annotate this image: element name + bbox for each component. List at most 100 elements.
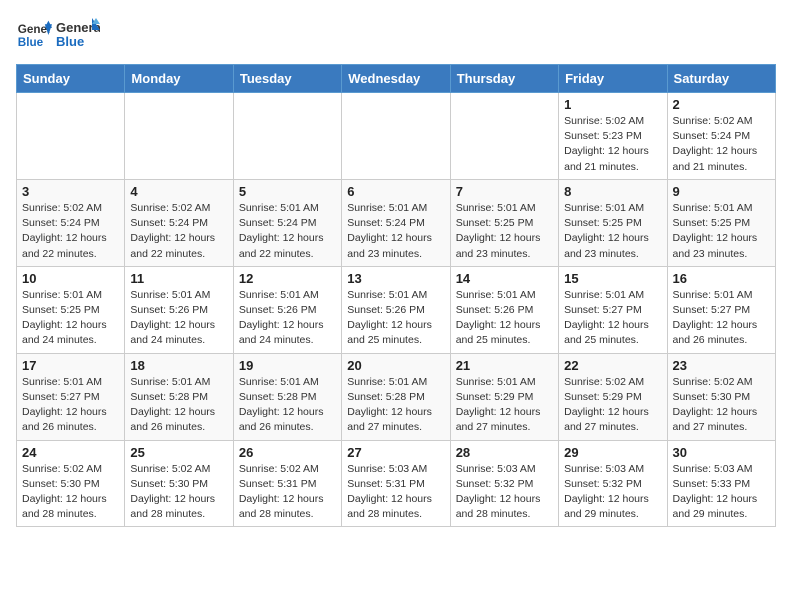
calendar-cell: 16 Sunrise: 5:01 AMSunset: 5:27 PMDayligh… (667, 266, 775, 353)
day-number: 9 (673, 184, 770, 199)
day-info: Sunrise: 5:01 AMSunset: 5:27 PMDaylight:… (564, 288, 661, 349)
logo-icon: General Blue (16, 17, 52, 53)
calendar-cell: 27 Sunrise: 5:03 AMSunset: 5:31 PMDayligh… (342, 440, 450, 527)
day-info: Sunrise: 5:02 AMSunset: 5:30 PMDaylight:… (130, 462, 227, 523)
day-number: 8 (564, 184, 661, 199)
column-header-monday: Monday (125, 65, 233, 93)
day-info: Sunrise: 5:02 AMSunset: 5:30 PMDaylight:… (673, 375, 770, 436)
day-info: Sunrise: 5:01 AMSunset: 5:26 PMDaylight:… (130, 288, 227, 349)
day-number: 5 (239, 184, 336, 199)
day-number: 12 (239, 271, 336, 286)
calendar-week-row: 1 Sunrise: 5:02 AMSunset: 5:23 PMDaylight… (17, 93, 776, 180)
general-blue-logo-svg: General Blue (56, 16, 100, 54)
day-number: 22 (564, 358, 661, 373)
column-header-sunday: Sunday (17, 65, 125, 93)
day-info: Sunrise: 5:02 AMSunset: 5:24 PMDaylight:… (130, 201, 227, 262)
calendar-cell: 10 Sunrise: 5:01 AMSunset: 5:25 PMDayligh… (17, 266, 125, 353)
day-info: Sunrise: 5:02 AMSunset: 5:29 PMDaylight:… (564, 375, 661, 436)
calendar-cell (342, 93, 450, 180)
day-number: 6 (347, 184, 444, 199)
day-number: 18 (130, 358, 227, 373)
day-info: Sunrise: 5:02 AMSunset: 5:23 PMDaylight:… (564, 114, 661, 175)
day-number: 21 (456, 358, 553, 373)
day-info: Sunrise: 5:01 AMSunset: 5:29 PMDaylight:… (456, 375, 553, 436)
day-number: 10 (22, 271, 119, 286)
day-number: 25 (130, 445, 227, 460)
day-info: Sunrise: 5:03 AMSunset: 5:31 PMDaylight:… (347, 462, 444, 523)
day-info: Sunrise: 5:02 AMSunset: 5:31 PMDaylight:… (239, 462, 336, 523)
day-info: Sunrise: 5:01 AMSunset: 5:28 PMDaylight:… (239, 375, 336, 436)
calendar-cell: 3 Sunrise: 5:02 AMSunset: 5:24 PMDaylight… (17, 179, 125, 266)
day-number: 26 (239, 445, 336, 460)
svg-text:Blue: Blue (56, 34, 84, 49)
day-number: 4 (130, 184, 227, 199)
calendar-cell: 30Sunrise: 5:03 AMSunset: 5:33 PMDayligh… (667, 440, 775, 527)
day-number: 14 (456, 271, 553, 286)
calendar-week-row: 17Sunrise: 5:01 AMSunset: 5:27 PMDayligh… (17, 353, 776, 440)
day-info: Sunrise: 5:01 AMSunset: 5:25 PMDaylight:… (564, 201, 661, 262)
calendar-week-row: 24 Sunrise: 5:02 AMSunset: 5:30 PMDayligh… (17, 440, 776, 527)
day-info: Sunrise: 5:01 AMSunset: 5:24 PMDaylight:… (347, 201, 444, 262)
day-number: 28 (456, 445, 553, 460)
day-number: 27 (347, 445, 444, 460)
calendar-cell: 11Sunrise: 5:01 AMSunset: 5:26 PMDayligh… (125, 266, 233, 353)
column-header-saturday: Saturday (667, 65, 775, 93)
day-info: Sunrise: 5:01 AMSunset: 5:28 PMDaylight:… (130, 375, 227, 436)
day-number: 15 (564, 271, 661, 286)
calendar-cell: 22 Sunrise: 5:02 AMSunset: 5:29 PMDayligh… (559, 353, 667, 440)
column-header-thursday: Thursday (450, 65, 558, 93)
calendar-cell: 5 Sunrise: 5:01 AMSunset: 5:24 PMDaylight… (233, 179, 341, 266)
calendar-cell: 20 Sunrise: 5:01 AMSunset: 5:28 PMDayligh… (342, 353, 450, 440)
calendar-cell: 9 Sunrise: 5:01 AMSunset: 5:25 PMDaylight… (667, 179, 775, 266)
day-number: 23 (673, 358, 770, 373)
day-info: Sunrise: 5:01 AMSunset: 5:27 PMDaylight:… (673, 288, 770, 349)
calendar-cell: 15 Sunrise: 5:01 AMSunset: 5:27 PMDayligh… (559, 266, 667, 353)
day-info: Sunrise: 5:01 AMSunset: 5:25 PMDaylight:… (673, 201, 770, 262)
day-info: Sunrise: 5:01 AMSunset: 5:25 PMDaylight:… (456, 201, 553, 262)
day-number: 1 (564, 97, 661, 112)
day-number: 24 (22, 445, 119, 460)
day-info: Sunrise: 5:03 AMSunset: 5:32 PMDaylight:… (456, 462, 553, 523)
page-header: General Blue General Blue (16, 16, 776, 54)
calendar-cell: 7 Sunrise: 5:01 AMSunset: 5:25 PMDaylight… (450, 179, 558, 266)
day-number: 30 (673, 445, 770, 460)
calendar-cell: 1 Sunrise: 5:02 AMSunset: 5:23 PMDaylight… (559, 93, 667, 180)
column-header-tuesday: Tuesday (233, 65, 341, 93)
day-info: Sunrise: 5:02 AMSunset: 5:24 PMDaylight:… (22, 201, 119, 262)
calendar-cell: 25 Sunrise: 5:02 AMSunset: 5:30 PMDayligh… (125, 440, 233, 527)
day-number: 16 (673, 271, 770, 286)
calendar-cell: 19Sunrise: 5:01 AMSunset: 5:28 PMDayligh… (233, 353, 341, 440)
calendar-cell: 13Sunrise: 5:01 AMSunset: 5:26 PMDayligh… (342, 266, 450, 353)
day-info: Sunrise: 5:01 AMSunset: 5:28 PMDaylight:… (347, 375, 444, 436)
day-number: 29 (564, 445, 661, 460)
day-info: Sunrise: 5:01 AMSunset: 5:25 PMDaylight:… (22, 288, 119, 349)
calendar-cell (450, 93, 558, 180)
day-number: 20 (347, 358, 444, 373)
day-info: Sunrise: 5:03 AMSunset: 5:32 PMDaylight:… (564, 462, 661, 523)
day-number: 7 (456, 184, 553, 199)
day-info: Sunrise: 5:01 AMSunset: 5:26 PMDaylight:… (456, 288, 553, 349)
day-number: 3 (22, 184, 119, 199)
calendar-table: SundayMondayTuesdayWednesdayThursdayFrid… (16, 64, 776, 527)
calendar-cell (125, 93, 233, 180)
calendar-cell: 23 Sunrise: 5:02 AMSunset: 5:30 PMDayligh… (667, 353, 775, 440)
day-info: Sunrise: 5:01 AMSunset: 5:26 PMDaylight:… (347, 288, 444, 349)
day-number: 2 (673, 97, 770, 112)
day-info: Sunrise: 5:01 AMSunset: 5:26 PMDaylight:… (239, 288, 336, 349)
day-info: Sunrise: 5:01 AMSunset: 5:27 PMDaylight:… (22, 375, 119, 436)
calendar-cell (233, 93, 341, 180)
day-info: Sunrise: 5:01 AMSunset: 5:24 PMDaylight:… (239, 201, 336, 262)
column-header-wednesday: Wednesday (342, 65, 450, 93)
calendar-week-row: 10 Sunrise: 5:01 AMSunset: 5:25 PMDayligh… (17, 266, 776, 353)
calendar-cell: 14 Sunrise: 5:01 AMSunset: 5:26 PMDayligh… (450, 266, 558, 353)
calendar-header-row: SundayMondayTuesdayWednesdayThursdayFrid… (17, 65, 776, 93)
calendar-cell: 4 Sunrise: 5:02 AMSunset: 5:24 PMDaylight… (125, 179, 233, 266)
calendar-cell: 2Sunrise: 5:02 AMSunset: 5:24 PMDaylight… (667, 93, 775, 180)
calendar-cell: 17Sunrise: 5:01 AMSunset: 5:27 PMDayligh… (17, 353, 125, 440)
logo: General Blue General Blue (16, 16, 100, 54)
calendar-cell: 28 Sunrise: 5:03 AMSunset: 5:32 PMDayligh… (450, 440, 558, 527)
column-header-friday: Friday (559, 65, 667, 93)
calendar-week-row: 3 Sunrise: 5:02 AMSunset: 5:24 PMDaylight… (17, 179, 776, 266)
calendar-cell: 21 Sunrise: 5:01 AMSunset: 5:29 PMDayligh… (450, 353, 558, 440)
calendar-cell: 12 Sunrise: 5:01 AMSunset: 5:26 PMDayligh… (233, 266, 341, 353)
